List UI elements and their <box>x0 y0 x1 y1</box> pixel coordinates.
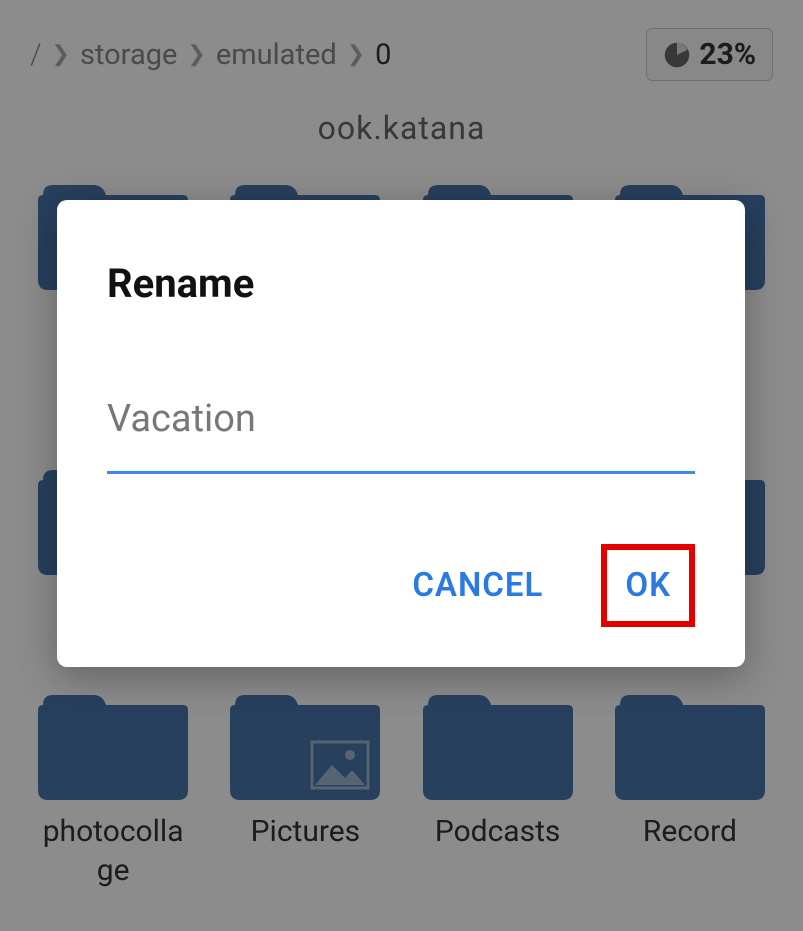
modal-overlay: Rename CANCEL OK <box>0 0 803 931</box>
ok-button[interactable]: OK <box>611 554 685 617</box>
rename-input[interactable] <box>107 387 695 474</box>
highlight-annotation: OK <box>601 544 695 627</box>
cancel-button[interactable]: CANCEL <box>394 554 561 617</box>
dialog-title: Rename <box>107 260 695 307</box>
rename-dialog: Rename CANCEL OK <box>57 200 745 667</box>
